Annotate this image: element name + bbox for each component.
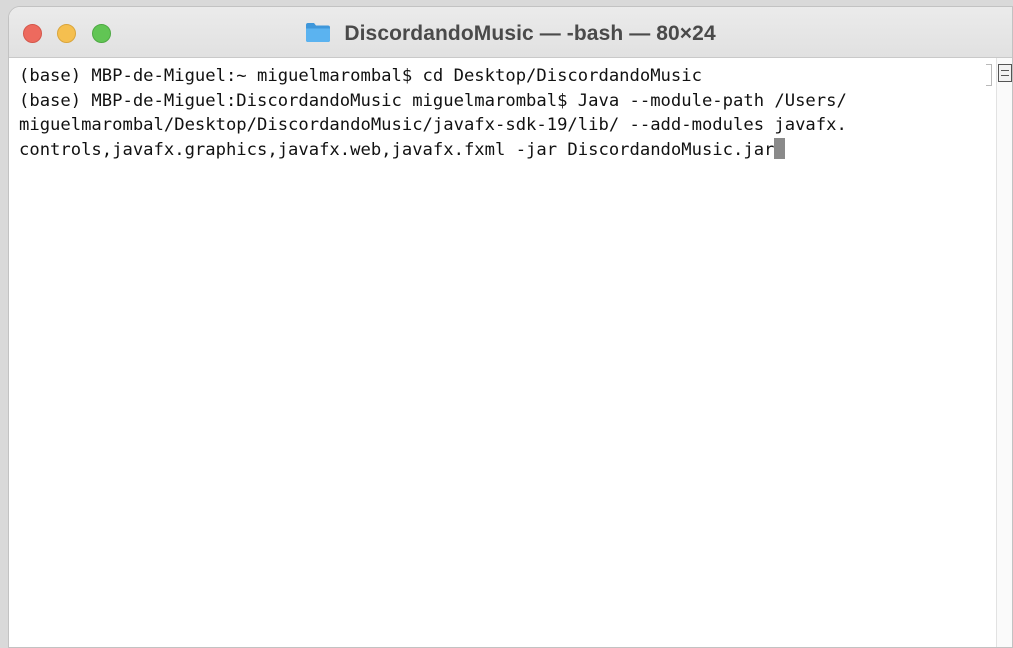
title-bar[interactable]: DiscordandoMusic — -bash — 80×24 xyxy=(9,7,1012,58)
terminal-content[interactable]: (base) MBP-de-Miguel:~ miguelmarombal$ c… xyxy=(9,58,996,647)
folder-icon xyxy=(305,21,331,43)
terminal-window: DiscordandoMusic — -bash — 80×24 (base) … xyxy=(8,6,1013,648)
text-cursor xyxy=(774,137,786,159)
scrollbar[interactable] xyxy=(996,58,1012,647)
split-pane-icon[interactable] xyxy=(998,64,1012,82)
terminal-line-current: controls,javafx.graphics,javafx.web,java… xyxy=(19,137,996,163)
mark-bracket-right xyxy=(986,64,992,86)
terminal-line: (base) MBP-de-Miguel:DiscordandoMusic mi… xyxy=(19,90,847,111)
terminal-line: (base) MBP-de-Miguel:~ miguelmarombal$ c… xyxy=(19,66,702,86)
terminal-line: miguelmarombal/Desktop/DiscordandoMusic/… xyxy=(19,115,847,135)
window-title: DiscordandoMusic — -bash — 80×24 xyxy=(344,21,716,45)
terminal-line-text: controls,javafx.graphics,javafx.web,java… xyxy=(19,139,775,160)
window-title-group: DiscordandoMusic — -bash — 80×24 xyxy=(9,19,1012,47)
